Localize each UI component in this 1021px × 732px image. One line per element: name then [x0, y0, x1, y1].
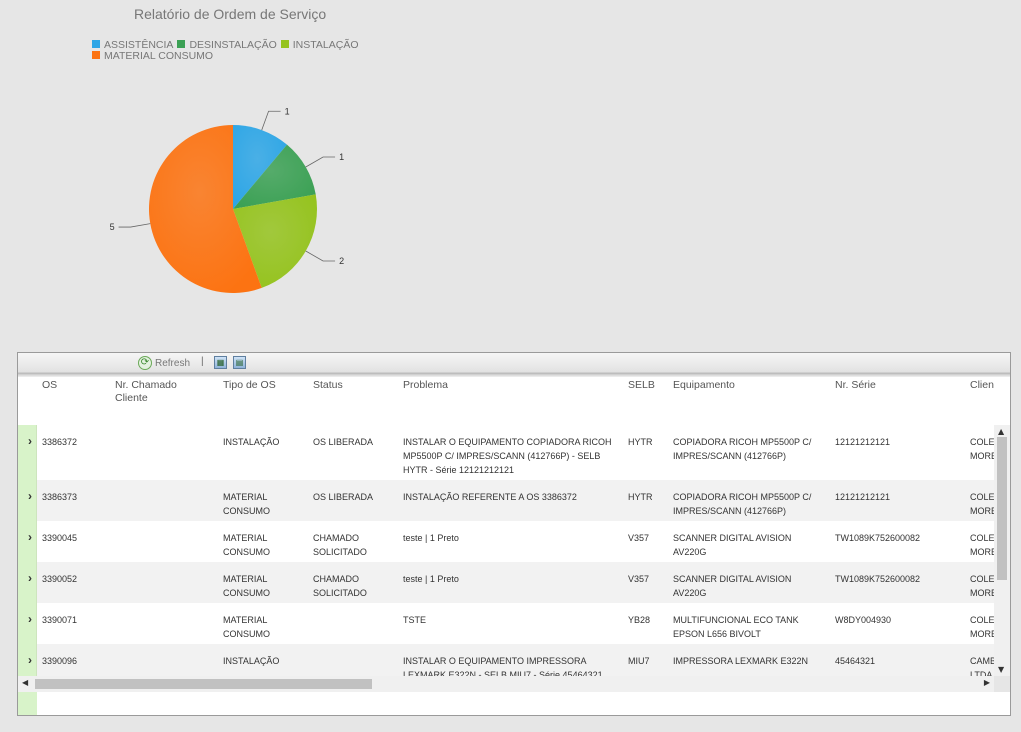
table-row[interactable]: › 3386372 INSTALAÇÃO OS LIBERADA INSTALA…	[18, 425, 994, 480]
scroll-left-icon[interactable]: ◀	[22, 678, 28, 687]
cell-serie: 45464321	[835, 656, 876, 666]
cell-os: 3390071	[42, 615, 78, 625]
cell-status: CHAMADO SOLICITADO	[313, 533, 367, 557]
cell-cliente: COLEC MORE	[970, 437, 994, 461]
cell-tipo: MATERIAL CONSUMO	[223, 492, 270, 516]
grid-header-row: OS Nr. Chamado Cliente Tipo de OS Status…	[18, 373, 1010, 425]
scroll-up-icon[interactable]: ▲	[998, 427, 1004, 436]
cell-status: OS LIBERADA	[313, 437, 374, 447]
column-header-problema[interactable]: Problema	[403, 379, 603, 392]
slice-leader-line	[305, 250, 336, 262]
cell-tipo: INSTALAÇÃO	[223, 437, 280, 447]
cell-os: 3390045	[42, 533, 78, 543]
cell-equipamento: IMPRESSORA LEXMARK E322N	[673, 656, 809, 666]
cell-os: 3390052	[42, 574, 78, 584]
toolbar-separator: |	[201, 356, 204, 367]
expand-row-icon[interactable]: ›	[28, 613, 32, 625]
slice-leader-line	[305, 156, 336, 168]
cell-serie: 12121212121	[835, 437, 891, 447]
horizontal-scrollbar[interactable]: ◀ ▶	[18, 676, 994, 692]
slice-leader-line	[261, 110, 281, 131]
column-header-tipo[interactable]: Tipo de OS	[223, 379, 303, 392]
chart-panel: Relatório de Ordem de Serviço ASSISTÊNCI…	[0, 0, 1021, 340]
cell-tipo: MATERIAL CONSUMO	[223, 574, 270, 598]
refresh-label: Refresh	[155, 357, 191, 369]
cell-equipamento: SCANNER DIGITAL AVISION AV220G	[673, 533, 792, 557]
cell-serie: TW1089K752600082	[835, 574, 921, 584]
column-header-status[interactable]: Status	[313, 379, 393, 392]
cell-equipamento: COPIADORA RICOH MP5500P C/ IMPRES/SCANN …	[673, 437, 812, 461]
cell-os: 3386373	[42, 492, 78, 502]
table-row[interactable]: › 3390071 MATERIAL CONSUMO TSTE YB28 MUL…	[18, 603, 994, 644]
cell-equipamento: COPIADORA RICOH MP5500P C/ IMPRES/SCANN …	[673, 492, 812, 516]
column-header-equipamento[interactable]: Equipamento	[673, 379, 823, 392]
column-header-chamado[interactable]: Nr. Chamado Cliente	[115, 379, 195, 405]
horizontal-scroll-thumb[interactable]	[35, 679, 372, 689]
refresh-icon: ⟳	[138, 356, 152, 370]
slice-value-label: 1	[339, 152, 344, 162]
cell-selb: V357	[628, 533, 650, 543]
cell-problema: INSTALAÇÃO REFERENTE A OS 3386372	[403, 492, 577, 502]
scroll-right-icon[interactable]: ▶	[984, 678, 990, 687]
cell-selb: HYTR	[628, 437, 653, 447]
cell-os: 3390096	[42, 656, 78, 666]
cell-problema: INSTALAR O EQUIPAMENTO COPIADORA RICOH M…	[403, 437, 612, 475]
cell-serie: 12121212121	[835, 492, 891, 502]
cell-equipamento: SCANNER DIGITAL AVISION AV220G	[673, 574, 792, 598]
expand-row-icon[interactable]: ›	[28, 654, 32, 666]
cell-problema: teste | 1 Preto	[403, 574, 459, 584]
cell-selb: YB28	[628, 615, 651, 625]
slice-value-label: 1	[285, 106, 290, 116]
table-row[interactable]: › 3386373 MATERIAL CONSUMO OS LIBERADA I…	[18, 480, 994, 521]
expand-row-icon[interactable]: ›	[28, 531, 32, 543]
cell-cliente: COLEC MORE	[970, 533, 994, 557]
cell-selb: HYTR	[628, 492, 653, 502]
column-header-os[interactable]: OS	[42, 379, 102, 392]
table-row[interactable]: › 3390045 MATERIAL CONSUMO CHAMADO SOLIC…	[18, 521, 994, 562]
vertical-scrollbar[interactable]: ▲ ▼	[994, 425, 1010, 676]
table-row[interactable]: › 3390096 INSTALAÇÃO INSTALAR O EQUIPAME…	[18, 644, 994, 678]
cell-cliente: CAMB LTDA	[970, 656, 994, 678]
expand-row-icon[interactable]: ›	[28, 490, 32, 502]
slice-leader-line	[118, 223, 151, 228]
scroll-down-icon[interactable]: ▼	[998, 665, 1004, 674]
cell-cliente: COLEC MORE	[970, 574, 994, 598]
header-divider	[18, 374, 1010, 377]
pie-chart: 1 1 2 5	[110, 106, 344, 293]
column-header-selb[interactable]: SELB	[628, 379, 668, 392]
service-order-grid: ⟳ Refresh | ▦ ▤ OS Nr. Chamado Cliente T…	[17, 352, 1011, 716]
cell-problema: TSTE	[403, 615, 427, 625]
cell-status: OS LIBERADA	[313, 492, 374, 502]
cell-problema: teste | 1 Preto	[403, 533, 459, 543]
cell-status: CHAMADO SOLICITADO	[313, 574, 367, 598]
cell-selb: V357	[628, 574, 650, 584]
slice-value-label: 5	[110, 222, 115, 232]
cell-cliente: COLEC MORE	[970, 615, 994, 639]
slice-value-label: 2	[339, 256, 344, 266]
cell-serie: W8DY004930	[835, 615, 892, 625]
export-excel-icon[interactable]: ▦	[214, 356, 227, 369]
cell-tipo: MATERIAL CONSUMO	[223, 615, 270, 639]
cell-equipamento: MULTIFUNCIONAL ECO TANK EPSON L656 BIVOL…	[673, 615, 799, 639]
cell-tipo: INSTALAÇÃO	[223, 656, 280, 666]
refresh-button[interactable]: ⟳ Refresh	[138, 356, 190, 370]
column-header-cliente[interactable]: Clien	[970, 379, 1000, 392]
cell-serie: TW1089K752600082	[835, 533, 921, 543]
grid-toolbar: ⟳ Refresh | ▦ ▤	[18, 353, 1010, 373]
cell-os: 3386372	[42, 437, 78, 447]
cell-problema: INSTALAR O EQUIPAMENTO IMPRESSORA LEXMAR…	[403, 656, 603, 678]
column-header-serie[interactable]: Nr. Série	[835, 379, 955, 392]
expand-row-icon[interactable]: ›	[28, 435, 32, 447]
expand-row-icon[interactable]: ›	[28, 572, 32, 584]
cell-tipo: MATERIAL CONSUMO	[223, 533, 270, 557]
export-word-icon[interactable]: ▤	[233, 356, 246, 369]
scrollbar-corner	[994, 676, 1010, 692]
cell-cliente: COLEC MORE	[970, 492, 994, 516]
vertical-scroll-thumb[interactable]	[997, 437, 1007, 580]
grid-body: › 3386372 INSTALAÇÃO OS LIBERADA INSTALA…	[18, 425, 994, 678]
table-row[interactable]: › 3390052 MATERIAL CONSUMO CHAMADO SOLIC…	[18, 562, 994, 603]
cell-selb: MIU7	[628, 656, 650, 666]
